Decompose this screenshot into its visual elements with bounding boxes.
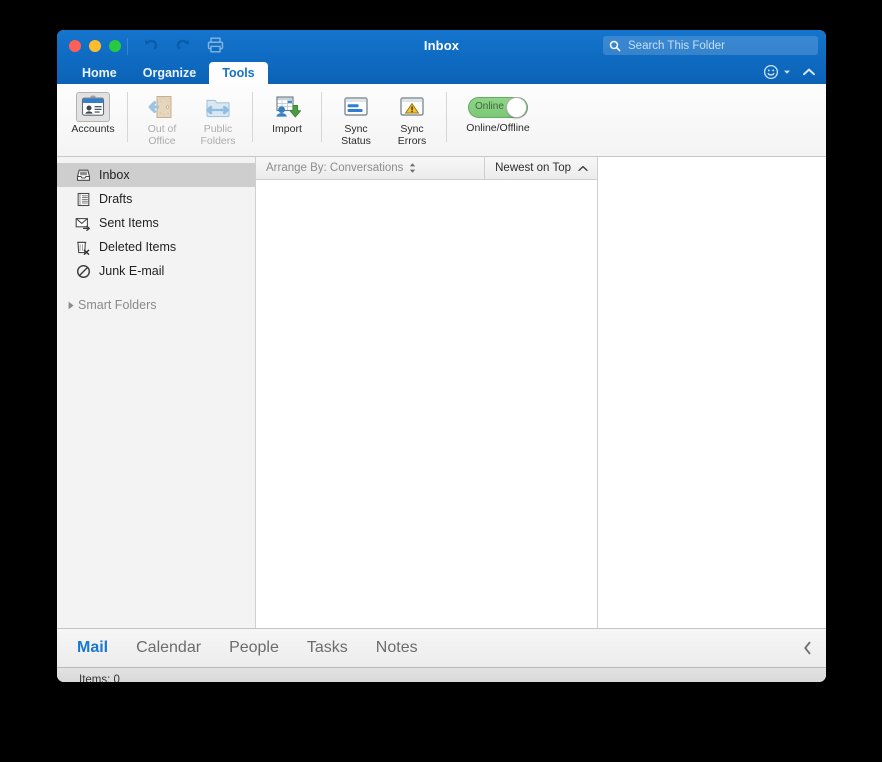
close-button[interactable] bbox=[69, 40, 81, 52]
tabbar-right-controls bbox=[763, 64, 816, 80]
toggle-knob bbox=[506, 97, 527, 118]
arrange-by-control[interactable]: Arrange By: Conversations bbox=[256, 162, 484, 174]
ribbon-divider bbox=[127, 92, 128, 142]
traffic-light-controls bbox=[69, 40, 121, 52]
sync-errors-label-line1: Sync bbox=[400, 123, 424, 135]
ribbon-divider bbox=[321, 92, 322, 142]
sidebar-item-drafts-label: Drafts bbox=[99, 192, 133, 206]
online-toggle-text: Online bbox=[475, 101, 504, 112]
module-switcher-bar: Mail Calendar People Tasks Notes bbox=[57, 628, 826, 667]
message-list-pane: Arrange By: Conversations Newest on Top bbox=[256, 157, 598, 628]
chevron-down-icon[interactable] bbox=[783, 68, 791, 76]
out-of-office-label-line2: Office bbox=[148, 134, 176, 147]
print-icon[interactable] bbox=[206, 36, 225, 54]
sync-status-button[interactable]: Sync Status bbox=[328, 90, 384, 147]
sync-status-label-line2: Status bbox=[341, 134, 371, 147]
chevron-left-icon[interactable] bbox=[803, 641, 812, 655]
ribbon-group-import: Import bbox=[259, 90, 315, 146]
accounts-button[interactable]: Accounts bbox=[65, 90, 121, 136]
sync-errors-label-line2: Errors bbox=[397, 134, 427, 147]
sync-status-icon bbox=[339, 92, 373, 122]
main-content-area: Inbox Drafts Sent Items Deleted Items Ju… bbox=[57, 157, 826, 628]
title-bar: Inbox bbox=[57, 30, 826, 62]
sidebar-item-junk-email-label: Junk E-mail bbox=[99, 264, 165, 278]
redo-icon[interactable] bbox=[174, 36, 192, 54]
nav-item-people[interactable]: People bbox=[229, 639, 279, 657]
sidebar-item-smart-folders[interactable]: Smart Folders bbox=[57, 293, 255, 317]
import-label: Import bbox=[272, 123, 302, 135]
out-of-office-button[interactable]: Out of Office bbox=[134, 90, 190, 147]
nav-item-calendar[interactable]: Calendar bbox=[136, 639, 201, 657]
message-list-header: Arrange By: Conversations Newest on Top bbox=[256, 157, 597, 180]
titlebar-divider bbox=[127, 38, 128, 55]
trash-icon bbox=[75, 239, 91, 255]
smiley-face-icon[interactable] bbox=[763, 64, 779, 80]
sidebar-item-deleted-items-label: Deleted Items bbox=[99, 240, 177, 254]
search-input[interactable] bbox=[626, 38, 812, 53]
smart-folders-label: Smart Folders bbox=[78, 298, 157, 312]
out-of-office-label-line1: Out of bbox=[147, 123, 177, 135]
public-folders-label-line1: Public bbox=[203, 123, 233, 135]
public-folders-label-line2: Folders bbox=[200, 134, 236, 147]
nav-item-tasks[interactable]: Tasks bbox=[307, 639, 348, 657]
import-icon bbox=[270, 92, 304, 122]
sort-order-control[interactable]: Newest on Top bbox=[484, 157, 597, 179]
ribbon-divider bbox=[446, 92, 447, 142]
sidebar-item-sent-items-label: Sent Items bbox=[99, 216, 159, 230]
ribbon-divider bbox=[252, 92, 253, 142]
message-list-body[interactable] bbox=[256, 180, 597, 628]
sync-errors-icon bbox=[395, 92, 429, 122]
ribbon-group-online: Online Online/Offline bbox=[453, 90, 543, 146]
online-offline-label: Online/Offline bbox=[466, 122, 530, 134]
sidebar-item-deleted-items[interactable]: Deleted Items bbox=[57, 235, 255, 259]
nav-item-mail[interactable]: Mail bbox=[77, 639, 108, 657]
ribbon-group-sync: Sync Status Sync Errors bbox=[328, 90, 440, 146]
folder-sidebar: Inbox Drafts Sent Items Deleted Items Ju… bbox=[57, 157, 256, 628]
sidebar-item-drafts[interactable]: Drafts bbox=[57, 187, 255, 211]
ribbon-toolbar: Accounts Out of Office Public Folders Im… bbox=[57, 84, 826, 157]
online-offline-toggle[interactable]: Online bbox=[468, 97, 528, 118]
sidebar-item-inbox-label: Inbox bbox=[99, 168, 130, 182]
sort-order-label: Newest on Top bbox=[495, 162, 571, 174]
arrange-by-label: Arrange By: Conversations bbox=[266, 162, 404, 174]
import-button[interactable]: Import bbox=[259, 90, 315, 136]
id-badge-icon bbox=[76, 92, 110, 122]
accounts-label: Accounts bbox=[71, 123, 115, 135]
sort-stepper-icon[interactable] bbox=[408, 162, 417, 174]
public-folders-icon bbox=[201, 92, 235, 122]
sidebar-item-inbox[interactable]: Inbox bbox=[57, 163, 255, 187]
triangle-right-icon[interactable] bbox=[64, 301, 78, 310]
sent-envelope-icon bbox=[75, 215, 91, 231]
minimize-button[interactable] bbox=[89, 40, 101, 52]
junk-no-entry-icon bbox=[75, 263, 91, 279]
quick-action-toolbar bbox=[142, 36, 225, 54]
chevron-up-icon[interactable] bbox=[578, 165, 588, 172]
ribbon-group-accounts: Accounts bbox=[57, 90, 121, 146]
search-icon bbox=[609, 40, 621, 51]
outlook-window: Inbox Home Organize Tools bbox=[57, 30, 826, 682]
sync-errors-button[interactable]: Sync Errors bbox=[384, 90, 440, 147]
out-of-office-icon bbox=[145, 92, 179, 122]
sync-status-label-line1: Sync bbox=[344, 123, 368, 135]
ribbon-group-office: Out of Office Public Folders bbox=[134, 90, 246, 146]
ribbon-tab-bar: Home Organize Tools bbox=[57, 62, 826, 84]
reading-pane bbox=[598, 157, 826, 628]
drafts-icon bbox=[75, 191, 91, 207]
online-offline-control[interactable]: Online Online/Offline bbox=[453, 90, 543, 135]
status-bar: Items: 0 bbox=[57, 667, 826, 682]
search-field[interactable] bbox=[603, 36, 818, 55]
status-item-count: Items: 0 bbox=[79, 673, 120, 683]
sidebar-item-sent-items[interactable]: Sent Items bbox=[57, 211, 255, 235]
ribbon-collapse-chevron-up-icon[interactable] bbox=[802, 67, 816, 77]
tab-home[interactable]: Home bbox=[69, 62, 130, 84]
tab-tools[interactable]: Tools bbox=[209, 62, 268, 84]
public-folders-button[interactable]: Public Folders bbox=[190, 90, 246, 147]
zoom-button[interactable] bbox=[109, 40, 121, 52]
inbox-tray-icon bbox=[75, 167, 91, 183]
sidebar-item-junk-email[interactable]: Junk E-mail bbox=[57, 259, 255, 283]
undo-icon[interactable] bbox=[142, 36, 160, 54]
tab-organize[interactable]: Organize bbox=[130, 62, 210, 84]
nav-item-notes[interactable]: Notes bbox=[376, 639, 418, 657]
